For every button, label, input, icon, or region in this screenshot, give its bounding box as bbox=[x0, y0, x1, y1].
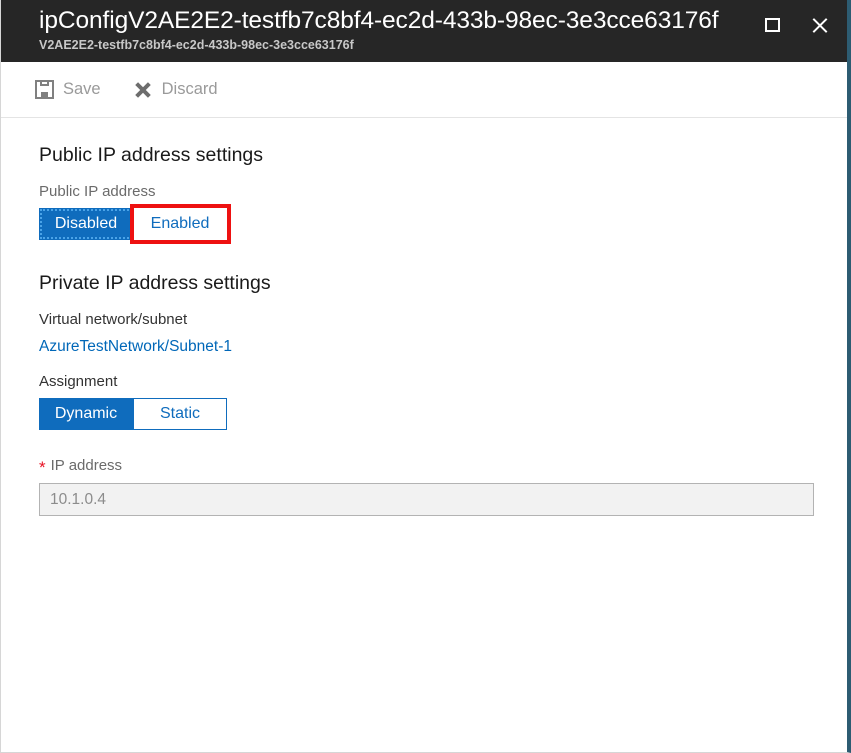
public-ip-option-enabled[interactable]: Enabled bbox=[133, 208, 227, 240]
ip-address-label-row: * IP address bbox=[39, 456, 809, 476]
close-button[interactable] bbox=[805, 10, 835, 40]
assignment-label: Assignment bbox=[39, 373, 118, 390]
ip-address-input[interactable] bbox=[39, 483, 814, 516]
assignment-option-dynamic[interactable]: Dynamic bbox=[39, 398, 133, 430]
ip-address-label: IP address bbox=[50, 457, 123, 474]
virtual-network-subnet-label: Virtual network/subnet bbox=[39, 311, 188, 328]
discard-icon bbox=[133, 80, 153, 100]
discard-button-label: Discard bbox=[161, 80, 218, 98]
save-button-label: Save bbox=[63, 80, 101, 98]
blade-body: Public IP address settings Public IP add… bbox=[1, 118, 847, 516]
virtual-network-subnet-link[interactable]: AzureTestNetwork/Subnet-1 bbox=[39, 336, 232, 358]
page-title: ipConfigV2AE2E2-testfb7c8bf4-ec2d-433b-9… bbox=[39, 7, 719, 34]
save-button[interactable]: Save bbox=[35, 80, 101, 99]
assignment-toggle-group: Dynamic Static bbox=[39, 398, 809, 430]
private-ip-section-heading: Private IP address settings bbox=[39, 272, 271, 294]
save-icon bbox=[35, 80, 54, 99]
ip-config-blade: ipConfigV2AE2E2-testfb7c8bf4-ec2d-433b-9… bbox=[0, 0, 851, 753]
blade-header: ipConfigV2AE2E2-testfb7c8bf4-ec2d-433b-9… bbox=[1, 0, 847, 62]
maximize-icon bbox=[764, 18, 780, 32]
public-ip-field-label: Public IP address bbox=[39, 183, 156, 200]
maximize-button[interactable] bbox=[757, 10, 787, 40]
command-toolbar: Save Discard bbox=[1, 62, 847, 118]
public-ip-toggle-group: Disabled Enabled bbox=[39, 204, 809, 244]
window-controls bbox=[757, 10, 835, 40]
public-ip-option-disabled[interactable]: Disabled bbox=[39, 208, 133, 240]
public-ip-section-heading: Public IP address settings bbox=[39, 144, 264, 166]
required-asterisk: * bbox=[39, 458, 46, 477]
close-icon bbox=[810, 15, 830, 35]
public-ip-toggle-row: Disabled Enabled bbox=[39, 204, 809, 244]
discard-button[interactable]: Discard bbox=[133, 80, 218, 100]
page-subtitle: V2AE2E2-testfb7c8bf4-ec2d-433b-98ec-3e3c… bbox=[39, 38, 354, 52]
assignment-option-static[interactable]: Static bbox=[133, 398, 227, 430]
